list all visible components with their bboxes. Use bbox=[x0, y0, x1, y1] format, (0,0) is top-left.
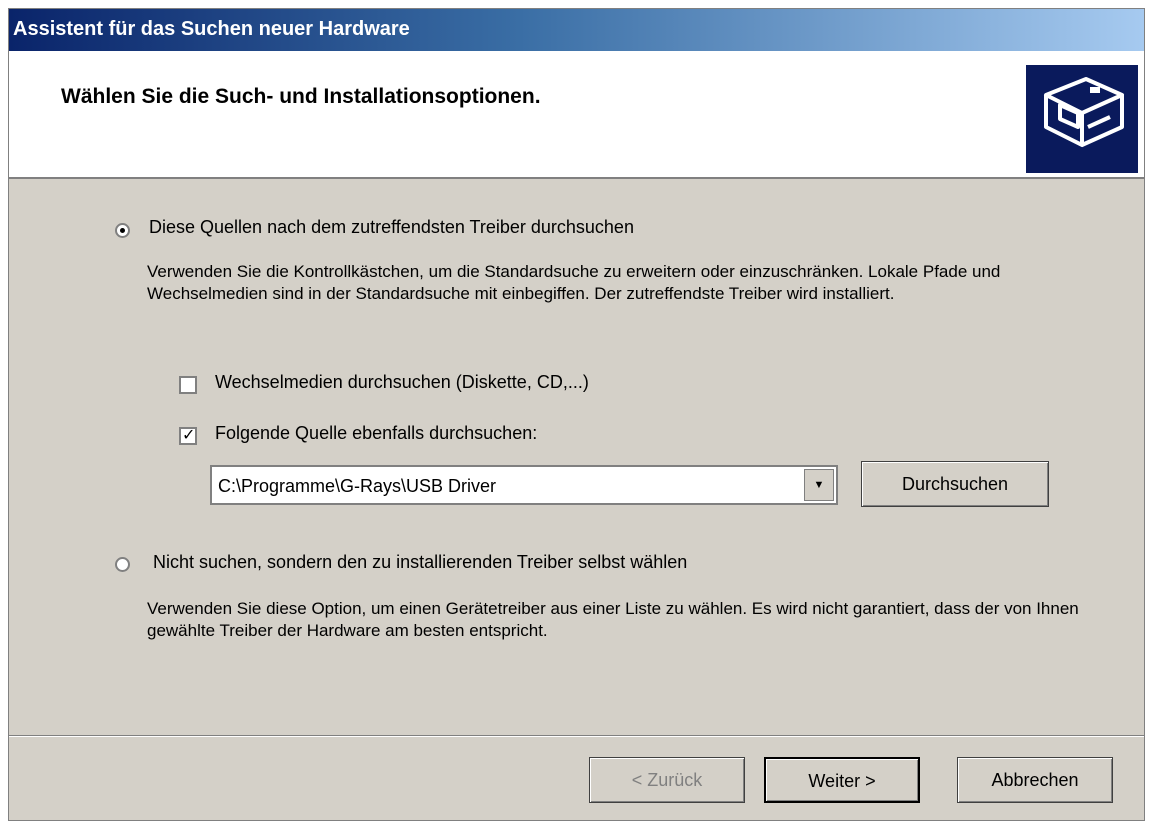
path-combobox[interactable]: C:\Programme\G-Rays\USB Driver ▼ bbox=[210, 465, 838, 505]
manual-option-label[interactable]: Nicht suchen, sondern den zu installiere… bbox=[153, 552, 687, 573]
path-value: C:\Programme\G-Rays\USB Driver bbox=[218, 476, 497, 496]
dropdown-arrow-icon[interactable]: ▼ bbox=[804, 469, 834, 501]
manual-option-description: Verwenden Sie diese Option, um einen Ger… bbox=[147, 599, 1079, 640]
radio-selected-dot bbox=[120, 228, 125, 233]
browse-button[interactable]: Durchsuchen bbox=[861, 461, 1049, 507]
hardware-wizard-icon bbox=[1026, 65, 1138, 173]
window-title: Assistent für das Suchen neuer Hardware bbox=[13, 18, 410, 40]
back-button[interactable]: < Zurück bbox=[589, 757, 745, 803]
removable-media-checkbox[interactable] bbox=[179, 376, 197, 394]
removable-media-label[interactable]: Wechselmedien durchsuchen (Diskette, CD,… bbox=[215, 372, 589, 393]
page-title: Wählen Sie die Such- und Installationsop… bbox=[61, 85, 541, 108]
title-bar[interactable]: Assistent für das Suchen neuer Hardware bbox=[9, 9, 1144, 51]
cancel-button[interactable]: Abbrechen bbox=[957, 757, 1113, 803]
next-button[interactable]: Weiter > bbox=[764, 757, 920, 803]
radio-manual-option[interactable] bbox=[115, 557, 130, 572]
search-option-label[interactable]: Diese Quellen nach dem zutreffendsten Tr… bbox=[149, 217, 634, 238]
wizard-window: Assistent für das Suchen neuer Hardware … bbox=[8, 8, 1145, 821]
search-option-description: Verwenden Sie die Kontrollkästchen, um d… bbox=[147, 262, 1001, 303]
checkmark-icon: ✓ bbox=[182, 425, 196, 444]
wizard-header: Wählen Sie die Such- und Installationsop… bbox=[9, 51, 1144, 179]
footer-separator bbox=[9, 735, 1144, 737]
radio-search-option[interactable] bbox=[115, 223, 130, 238]
include-location-checkbox[interactable]: ✓ bbox=[179, 425, 197, 445]
include-location-label[interactable]: Folgende Quelle ebenfalls durchsuchen: bbox=[215, 423, 537, 444]
